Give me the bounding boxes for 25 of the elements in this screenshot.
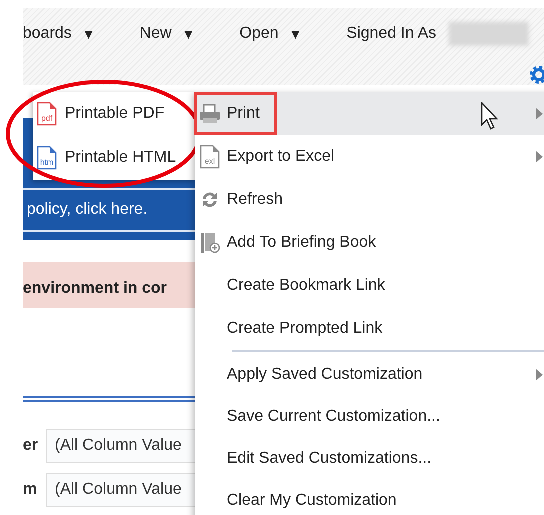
mouse-pointer-icon <box>481 102 499 130</box>
policy-link[interactable]: policy, click here. <box>27 201 148 219</box>
menu-item[interactable]: exl Export to Excel <box>195 135 544 178</box>
menu-item[interactable]: Print <box>195 92 544 135</box>
document-icon: pdf <box>37 102 57 126</box>
nav-menu[interactable]: boards ▼ <box>23 25 96 43</box>
field-label: m <box>23 481 38 499</box>
signed-in-label: Signed In As <box>346 25 436 43</box>
nav-menu[interactable]: Open ▼ <box>240 25 303 43</box>
submenu-item[interactable]: pdf Printable PDF <box>33 92 195 136</box>
menu-item[interactable]: Create Bookmark Link <box>195 264 544 307</box>
menu-item[interactable]: Refresh <box>195 178 544 221</box>
settings-icon[interactable] <box>529 65 544 85</box>
nav-menu[interactable]: New ▼ <box>140 25 196 43</box>
annotation-frame: Print <box>197 95 274 132</box>
document-icon: htm <box>37 146 57 170</box>
printer-icon <box>199 104 221 124</box>
book-add-icon <box>200 232 220 254</box>
submenu-item[interactable]: htm Printable HTML <box>33 136 195 180</box>
notice-text: environment in cor <box>23 280 168 298</box>
menu-item[interactable]: Create Prompted Link <box>195 307 544 350</box>
spreadsheet-file-icon: exl <box>200 144 220 168</box>
menu-item[interactable]: Apply Saved Customization <box>195 354 544 396</box>
menu-item[interactable]: Add To Briefing Book <box>195 221 544 264</box>
field-label: er <box>23 437 40 455</box>
